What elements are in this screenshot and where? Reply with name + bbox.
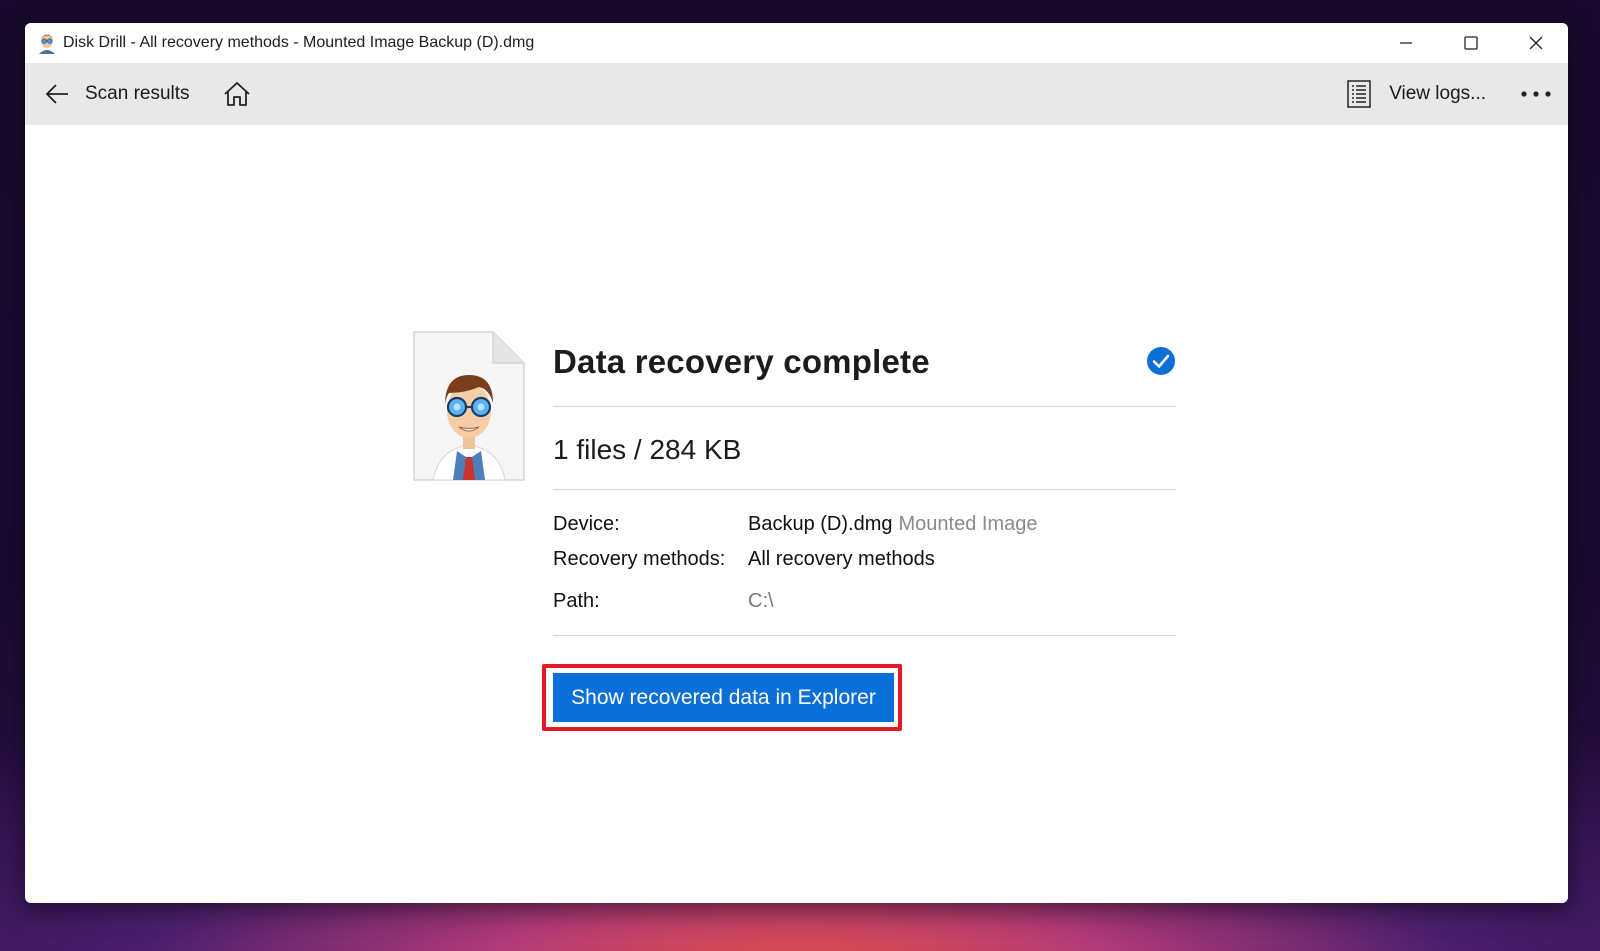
path-row: Path: C:\: [553, 590, 774, 613]
files-summary: 1 files / 284 KB: [553, 434, 742, 465]
recovered-file-thumbnail: [413, 331, 525, 481]
check-circle-icon: [1147, 347, 1175, 375]
close-icon: [1529, 36, 1542, 50]
details-section: Device: Backup (D).dmg Mounted Image Rec…: [553, 490, 1176, 636]
path-value: C:\: [748, 590, 774, 612]
page-title: Data recovery complete: [553, 343, 930, 380]
recovery-methods-value: All recovery methods: [748, 548, 935, 570]
maximize-icon: [1463, 36, 1478, 50]
more-options-button[interactable]: [1516, 79, 1556, 109]
close-button[interactable]: [1503, 23, 1568, 63]
view-logs-link[interactable]: View logs...: [1389, 83, 1486, 105]
recovery-methods-label: Recovery methods:: [553, 548, 726, 570]
disk-drill-logo-icon: [39, 34, 55, 54]
title-bar[interactable]: Disk Drill - All recovery methods - Moun…: [25, 23, 1568, 63]
window-controls: [1373, 23, 1568, 63]
toolbar: Scan results View logs...: [25, 63, 1568, 125]
recovery-methods-row: Recovery methods: All recovery methods: [553, 548, 935, 571]
logs-icon: [1347, 80, 1371, 108]
main-content: Data recovery complete 1 files / 284 KB …: [25, 125, 1568, 903]
minimize-icon: [1399, 42, 1412, 44]
toolbar-right: View logs...: [1345, 63, 1568, 125]
maximize-button[interactable]: [1438, 23, 1503, 63]
scan-results-link[interactable]: Scan results: [85, 83, 190, 105]
device-value: Backup (D).dmg: [748, 513, 893, 535]
minimize-button[interactable]: [1373, 23, 1438, 63]
path-label: Path:: [553, 590, 600, 612]
home-button[interactable]: [220, 77, 254, 111]
heading-row: Data recovery complete: [553, 335, 1176, 407]
summary-row: 1 files / 284 KB: [553, 407, 1176, 490]
more-icon: [1521, 91, 1551, 97]
home-icon: [223, 82, 250, 106]
show-in-explorer-button[interactable]: Show recovered data in Explorer: [553, 673, 894, 722]
device-type: Mounted Image: [898, 513, 1038, 535]
view-logs-icon-button[interactable]: [1345, 79, 1373, 109]
recovery-summary-panel: Data recovery complete 1 files / 284 KB …: [542, 335, 1176, 731]
device-row: Device: Backup (D).dmg Mounted Image: [553, 513, 1037, 536]
app-window: Disk Drill - All recovery methods - Moun…: [25, 23, 1568, 903]
window-title: Disk Drill - All recovery methods - Moun…: [63, 34, 535, 51]
device-label: Device:: [553, 513, 620, 535]
back-button[interactable]: [41, 78, 73, 110]
arrow-left-icon: [45, 84, 68, 104]
